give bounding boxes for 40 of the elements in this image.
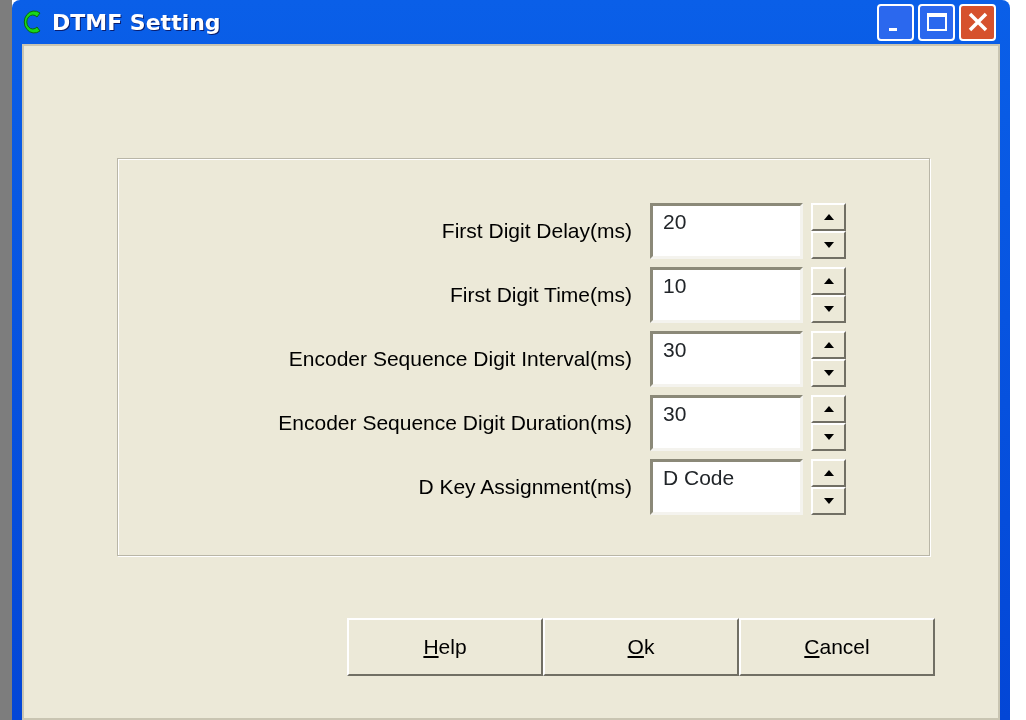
- up-arrow-icon: [823, 342, 834, 348]
- down-arrow-icon: [823, 498, 834, 504]
- minimize-icon: [888, 27, 897, 31]
- maximize-icon: [925, 12, 948, 32]
- maximize-button[interactable]: [918, 3, 955, 41]
- spin-down-button[interactable]: [811, 295, 846, 323]
- field-label: D Key Assignment(ms): [417, 474, 633, 501]
- up-arrow-icon: [823, 278, 834, 284]
- spin-up-button[interactable]: [811, 459, 846, 487]
- close-button[interactable]: [959, 3, 996, 41]
- input-field[interactable]: 20: [650, 203, 803, 259]
- input-field[interactable]: 30: [650, 395, 803, 451]
- up-arrow-icon: [823, 406, 834, 412]
- spin-down-button[interactable]: [811, 423, 846, 451]
- input-field[interactable]: 10: [650, 267, 803, 323]
- window-title: DTMF Setting: [52, 8, 221, 37]
- spin-up-button[interactable]: [811, 267, 846, 295]
- minimize-button[interactable]: [877, 3, 914, 41]
- close-icon: [966, 11, 989, 33]
- up-arrow-icon: [823, 470, 834, 476]
- dialog-button[interactable]: Ok: [543, 618, 739, 676]
- field-label: First Digit Delay(ms): [440, 218, 633, 245]
- spin-up-button[interactable]: [811, 203, 846, 231]
- spin-up-button[interactable]: [811, 395, 846, 423]
- down-arrow-icon: [823, 242, 834, 248]
- input-field[interactable]: D Code: [650, 459, 803, 515]
- field-label: Encoder Sequence Digit Duration(ms): [277, 410, 633, 437]
- spin-down-button[interactable]: [811, 487, 846, 515]
- field-label: Encoder Sequence Digit Interval(ms): [287, 346, 633, 373]
- input-field[interactable]: 30: [650, 331, 803, 387]
- down-arrow-icon: [823, 434, 834, 440]
- down-arrow-icon: [823, 370, 834, 376]
- field-label: First Digit Time(ms): [449, 282, 633, 309]
- dialog-button[interactable]: Cancel: [739, 618, 935, 676]
- spin-up-button[interactable]: [811, 331, 846, 359]
- spin-down-button[interactable]: [811, 231, 846, 259]
- down-arrow-icon: [823, 306, 834, 312]
- dialog-button[interactable]: Help: [347, 618, 543, 676]
- up-arrow-icon: [823, 214, 834, 220]
- spin-down-button[interactable]: [811, 359, 846, 387]
